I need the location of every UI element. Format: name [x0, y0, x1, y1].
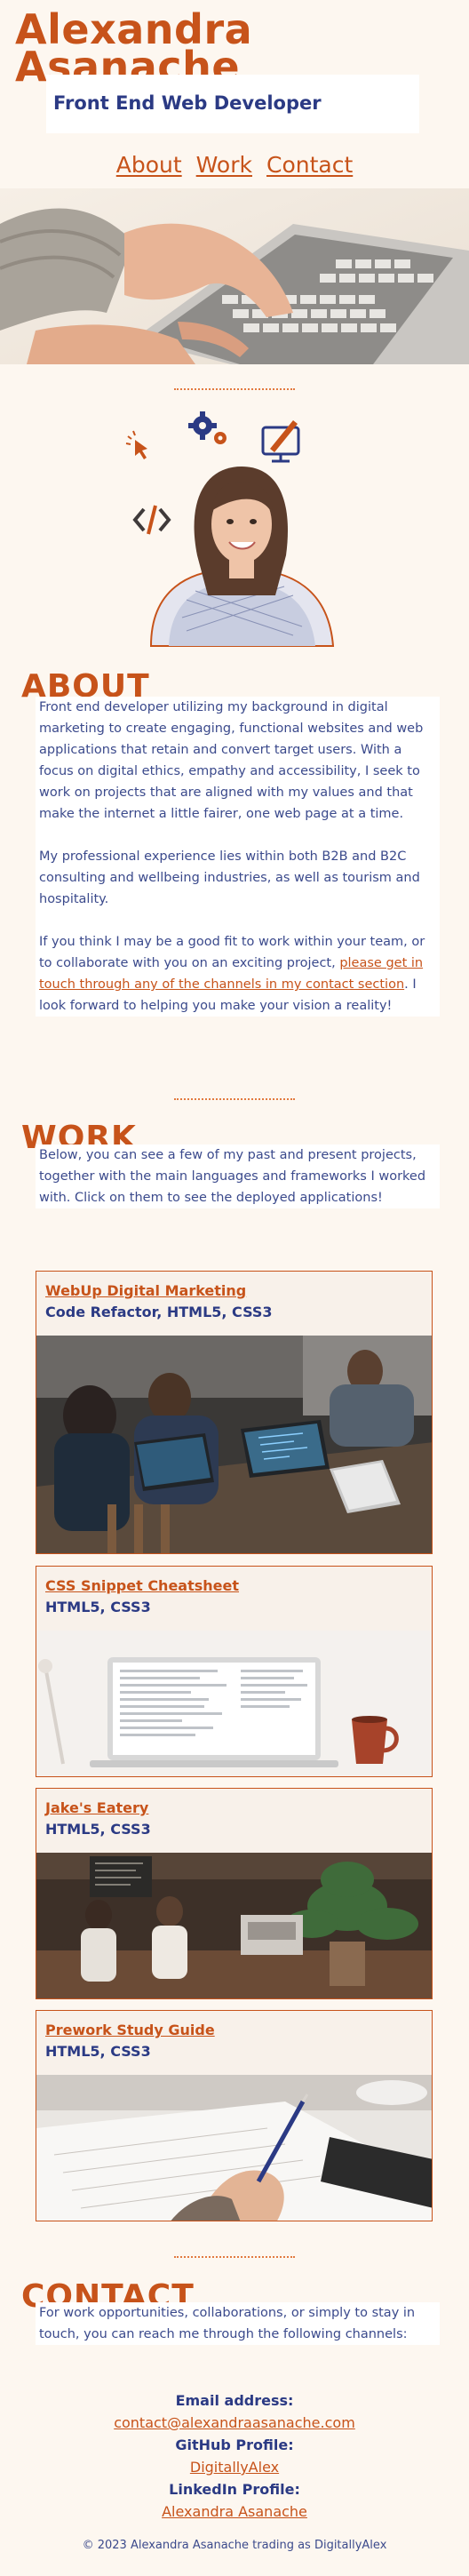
- section-divider-3: [174, 2256, 295, 2258]
- github-link[interactable]: DigitallyAlex: [190, 2459, 279, 2476]
- linkedin-label: LinkedIn Profile:: [169, 2481, 300, 2498]
- project-card-css-snippet[interactable]: CSS Snippet Cheatsheet HTML5, CSS3: [36, 1566, 433, 1777]
- contact-channels: Email address: contact@alexandraasanache…: [0, 2389, 469, 2523]
- about-paragraph-2: My professional experience lies within b…: [39, 849, 420, 906]
- email-link[interactable]: contact@alexandraasanache.com: [114, 2414, 355, 2431]
- project-card-webup[interactable]: WebUp Digital Marketing Code Refactor, H…: [36, 1271, 433, 1554]
- linkedin-link[interactable]: Alexandra Asanache: [162, 2503, 307, 2520]
- project-tech: HTML5, CSS3: [45, 2043, 151, 2060]
- project-header: Prework Study Guide HTML5, CSS3: [36, 2011, 432, 2075]
- footer-copyright: © 2023 Alexandra Asanache trading as Dig…: [82, 2539, 387, 2552]
- avatar: [149, 467, 335, 647]
- project-card-jakes-eatery[interactable]: Jake's Eatery HTML5, CSS3: [36, 1788, 433, 1999]
- nav-about-link[interactable]: About: [116, 152, 182, 178]
- nav-contact-link[interactable]: Contact: [266, 152, 353, 178]
- profile-illustration: [115, 404, 373, 649]
- contact-intro-text: For work opportunities, collaborations, …: [39, 2306, 416, 2341]
- about-text-card: Front end developer utilizing my backgro…: [36, 697, 440, 1017]
- project-image-webup: [36, 1336, 432, 1553]
- section-divider-1: [174, 388, 295, 390]
- project-title-link[interactable]: CSS Snippet Cheatsheet: [45, 1577, 432, 1594]
- email-label: Email address:: [175, 2392, 294, 2409]
- about-paragraph-1: Front end developer utilizing my backgro…: [39, 700, 424, 821]
- project-card-prework-study-guide[interactable]: Prework Study Guide HTML5, CSS3: [36, 2010, 433, 2221]
- project-title-link[interactable]: WebUp Digital Marketing: [45, 1282, 432, 1299]
- project-image-css-snippet: [36, 1631, 432, 1776]
- project-header: WebUp Digital Marketing Code Refactor, H…: [36, 1272, 432, 1336]
- page-subtitle: Front End Web Developer: [53, 92, 322, 114]
- project-tech: HTML5, CSS3: [45, 1599, 151, 1615]
- project-image-jakes-eatery: [36, 1853, 432, 1998]
- project-header: Jake's Eatery HTML5, CSS3: [36, 1789, 432, 1853]
- hero-image: [0, 188, 469, 364]
- project-tech: HTML5, CSS3: [45, 1821, 151, 1838]
- project-title-link[interactable]: Jake's Eatery: [45, 1799, 432, 1816]
- code-brackets-icon: [132, 505, 171, 535]
- main-nav: About Work Contact: [0, 152, 469, 178]
- project-image-prework: [36, 2075, 432, 2221]
- about-paragraph-3: If you think I may be a good fit to work…: [39, 935, 425, 1013]
- section-divider-2: [174, 1098, 295, 1100]
- work-intro-card: Below, you can see a few of my past and …: [36, 1144, 440, 1208]
- cursor-icon: [125, 430, 147, 459]
- project-title-link[interactable]: Prework Study Guide: [45, 2022, 432, 2038]
- work-intro-text: Below, you can see a few of my past and …: [39, 1148, 426, 1205]
- contact-intro-card: For work opportunities, collaborations, …: [36, 2302, 440, 2345]
- project-header: CSS Snippet Cheatsheet HTML5, CSS3: [36, 1567, 432, 1631]
- nav-work-link[interactable]: Work: [196, 152, 252, 178]
- project-tech: Code Refactor, HTML5, CSS3: [45, 1304, 273, 1320]
- design-monitor-icon: [261, 420, 300, 463]
- github-label: GitHub Profile:: [175, 2436, 294, 2453]
- gears-icon: [188, 411, 227, 444]
